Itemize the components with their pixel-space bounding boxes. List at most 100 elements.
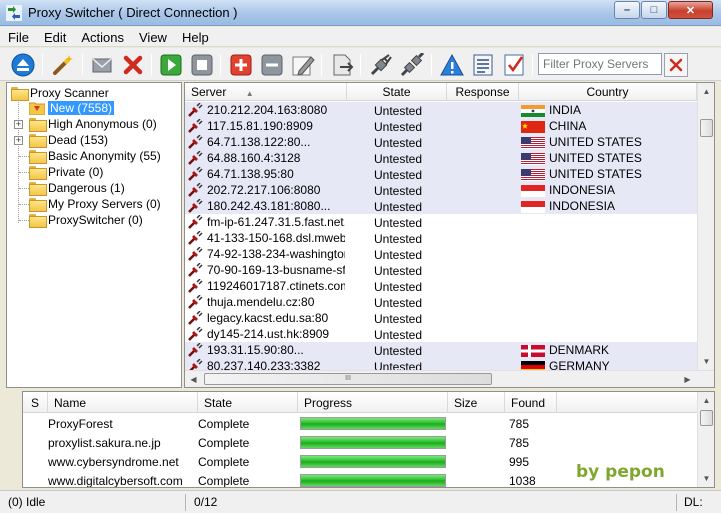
server-row[interactable]: fm-ip-61.247.31.5.fast.net.id: Untested [185,214,697,230]
scroll-down-icon[interactable]: ▼ [698,353,714,370]
filter-input[interactable] [538,53,662,75]
check-button[interactable] [501,52,527,78]
scroll-up-icon[interactable]: ▲ [698,83,714,100]
scroll-up-icon[interactable]: ▲ [698,392,714,409]
scroll-left-icon[interactable]: ◀ [185,371,202,387]
server-address: 119246017187.ctinets.com:8 [207,279,345,293]
connect-button[interactable] [368,52,394,78]
tree-expander[interactable]: + [14,136,23,145]
tree-item-dangerous[interactable]: Dangerous (1) [29,180,125,196]
folder-icon [29,198,47,212]
download-row[interactable]: proxylist.sakura.ne.jp Complete 785 [23,433,699,452]
server-list-vertical-scrollbar[interactable]: ▲ ▼ [697,83,714,370]
server-state: Untested [374,184,423,198]
scroll-right-icon[interactable]: ▶ [679,371,696,387]
server-row[interactable]: 117.15.81.190:8909 Untested CHINA [185,118,697,134]
stop-button[interactable] [189,52,215,78]
column-response[interactable]: Response [447,83,519,101]
column-state[interactable]: State [198,392,298,413]
envelope-icon [92,58,112,73]
edit-button[interactable] [290,52,316,78]
minimize-button[interactable]: – [614,1,640,19]
wizard-button[interactable] [50,52,76,78]
server-row[interactable]: 64.88.160.4:3128 Untested UNITED STATES [185,150,697,166]
server-list-horizontal-scrollbar[interactable]: ◀ III ▶ [185,370,714,387]
server-country: DENMARK [549,343,610,357]
download-found: 785 [509,436,530,450]
server-row[interactable]: 74-92-138-234-washingtondc Untested [185,246,697,262]
alert-button[interactable] [439,52,465,78]
delete-button[interactable] [120,52,146,78]
scroll-thumb[interactable] [700,410,713,426]
server-list: Server ▲ State Response Country 210.212.… [184,82,715,388]
server-row[interactable]: thuja.mendelu.cz:80 Untested [185,294,697,310]
export-button[interactable] [329,52,355,78]
download-list-vertical-scrollbar[interactable]: ▲ ▼ [697,392,714,487]
list-button[interactable] [470,52,496,78]
tree-item-my-proxy-servers[interactable]: My Proxy Servers (0) [29,196,161,212]
toolbar-separator [532,54,533,76]
tree-item-basic-anonymity[interactable]: Basic Anonymity (55) [29,148,161,164]
menu-help[interactable]: Help [174,27,216,46]
mail-button[interactable] [89,52,115,78]
folder-open-icon [11,87,29,101]
tree-item-label: My Proxy Servers (0) [48,197,161,211]
column-name[interactable]: Name [48,392,198,413]
close-button[interactable]: ✕ [668,1,713,19]
remove-button[interactable] [259,52,285,78]
sort-ascending-icon: ▲ [245,89,254,98]
disconnect-button[interactable] [399,52,425,78]
tree-item-label: ProxySwitcher (0) [48,213,143,227]
tree-item-private[interactable]: Private (0) [29,164,103,180]
scroll-down-icon[interactable]: ▼ [698,470,714,487]
eject-button[interactable] [10,52,36,78]
server-row[interactable]: 64.71.138.122:80... Untested UNITED STAT… [185,134,697,150]
server-state: Untested [374,232,423,246]
scroll-thumb[interactable]: III [204,373,492,385]
flag-us-icon [521,153,545,165]
server-country: UNITED STATES [549,151,642,165]
download-row[interactable]: ProxyForest Complete 785 [23,414,699,433]
download-progress-bar [300,417,446,430]
menu-actions[interactable]: Actions [73,27,131,46]
proxy-status-icon [188,183,203,197]
server-row[interactable]: 202.72.217.106:8080 Untested INDONESIA [185,182,697,198]
tree-item-new[interactable]: New (7558) [29,100,115,116]
clear-filter-icon [669,58,683,72]
column-found[interactable]: Found [505,392,557,413]
tree-item-high-anonymous[interactable]: High Anonymous (0) [29,116,157,132]
add-button[interactable] [228,52,254,78]
menu-bar: File Edit Actions View Help [0,27,721,47]
column-server[interactable]: Server ▲ [185,83,347,101]
column-state[interactable]: State [347,83,447,101]
download-state: Complete [198,417,250,431]
scroll-thumb[interactable] [700,119,713,137]
server-row[interactable]: 70-90-169-13-busname-sf... Untested [185,262,697,278]
menu-view[interactable]: View [131,27,174,46]
server-row[interactable]: 193.31.15.90:80... Untested DENMARK [185,342,697,358]
maximize-button[interactable]: □ [641,1,667,19]
column-country[interactable]: Country [519,83,697,101]
title-bar[interactable]: Proxy Switcher ( Direct Connection ) – □… [0,0,721,26]
column-progress[interactable]: Progress [298,392,448,413]
server-row[interactable]: 64.71.138.95:80 Untested UNITED STATES [185,166,697,182]
clear-filter-button[interactable] [664,53,688,77]
tree-item-dead[interactable]: Dead (153) [29,132,108,148]
server-row[interactable]: 210.212.204.163:8080 Untested INDIA [185,102,697,118]
column-size[interactable]: Size [448,392,505,413]
server-row[interactable]: 41-133-150-168.dsl.mweb.co Untested [185,230,697,246]
tree-expander[interactable]: + [14,120,23,129]
list-icon [473,54,493,76]
tree-item-proxyswitcher[interactable]: ProxySwitcher (0) [29,212,143,228]
toolbar-separator [220,54,221,76]
toolbar-separator [360,54,361,76]
column-s[interactable]: S [23,392,48,413]
menu-edit[interactable]: Edit [36,27,73,46]
menu-file[interactable]: File [0,27,36,46]
server-row[interactable]: 180.242.43.181:8080... Untested INDONESI… [185,198,697,214]
server-row[interactable]: dy145-214.ust.hk:8909 Untested [185,326,697,342]
tree-root[interactable]: Proxy Scanner [11,85,109,101]
server-row[interactable]: legacy.kacst.edu.sa:80 Untested [185,310,697,326]
server-row[interactable]: 119246017187.ctinets.com:8 Untested [185,278,697,294]
start-button[interactable] [158,52,184,78]
